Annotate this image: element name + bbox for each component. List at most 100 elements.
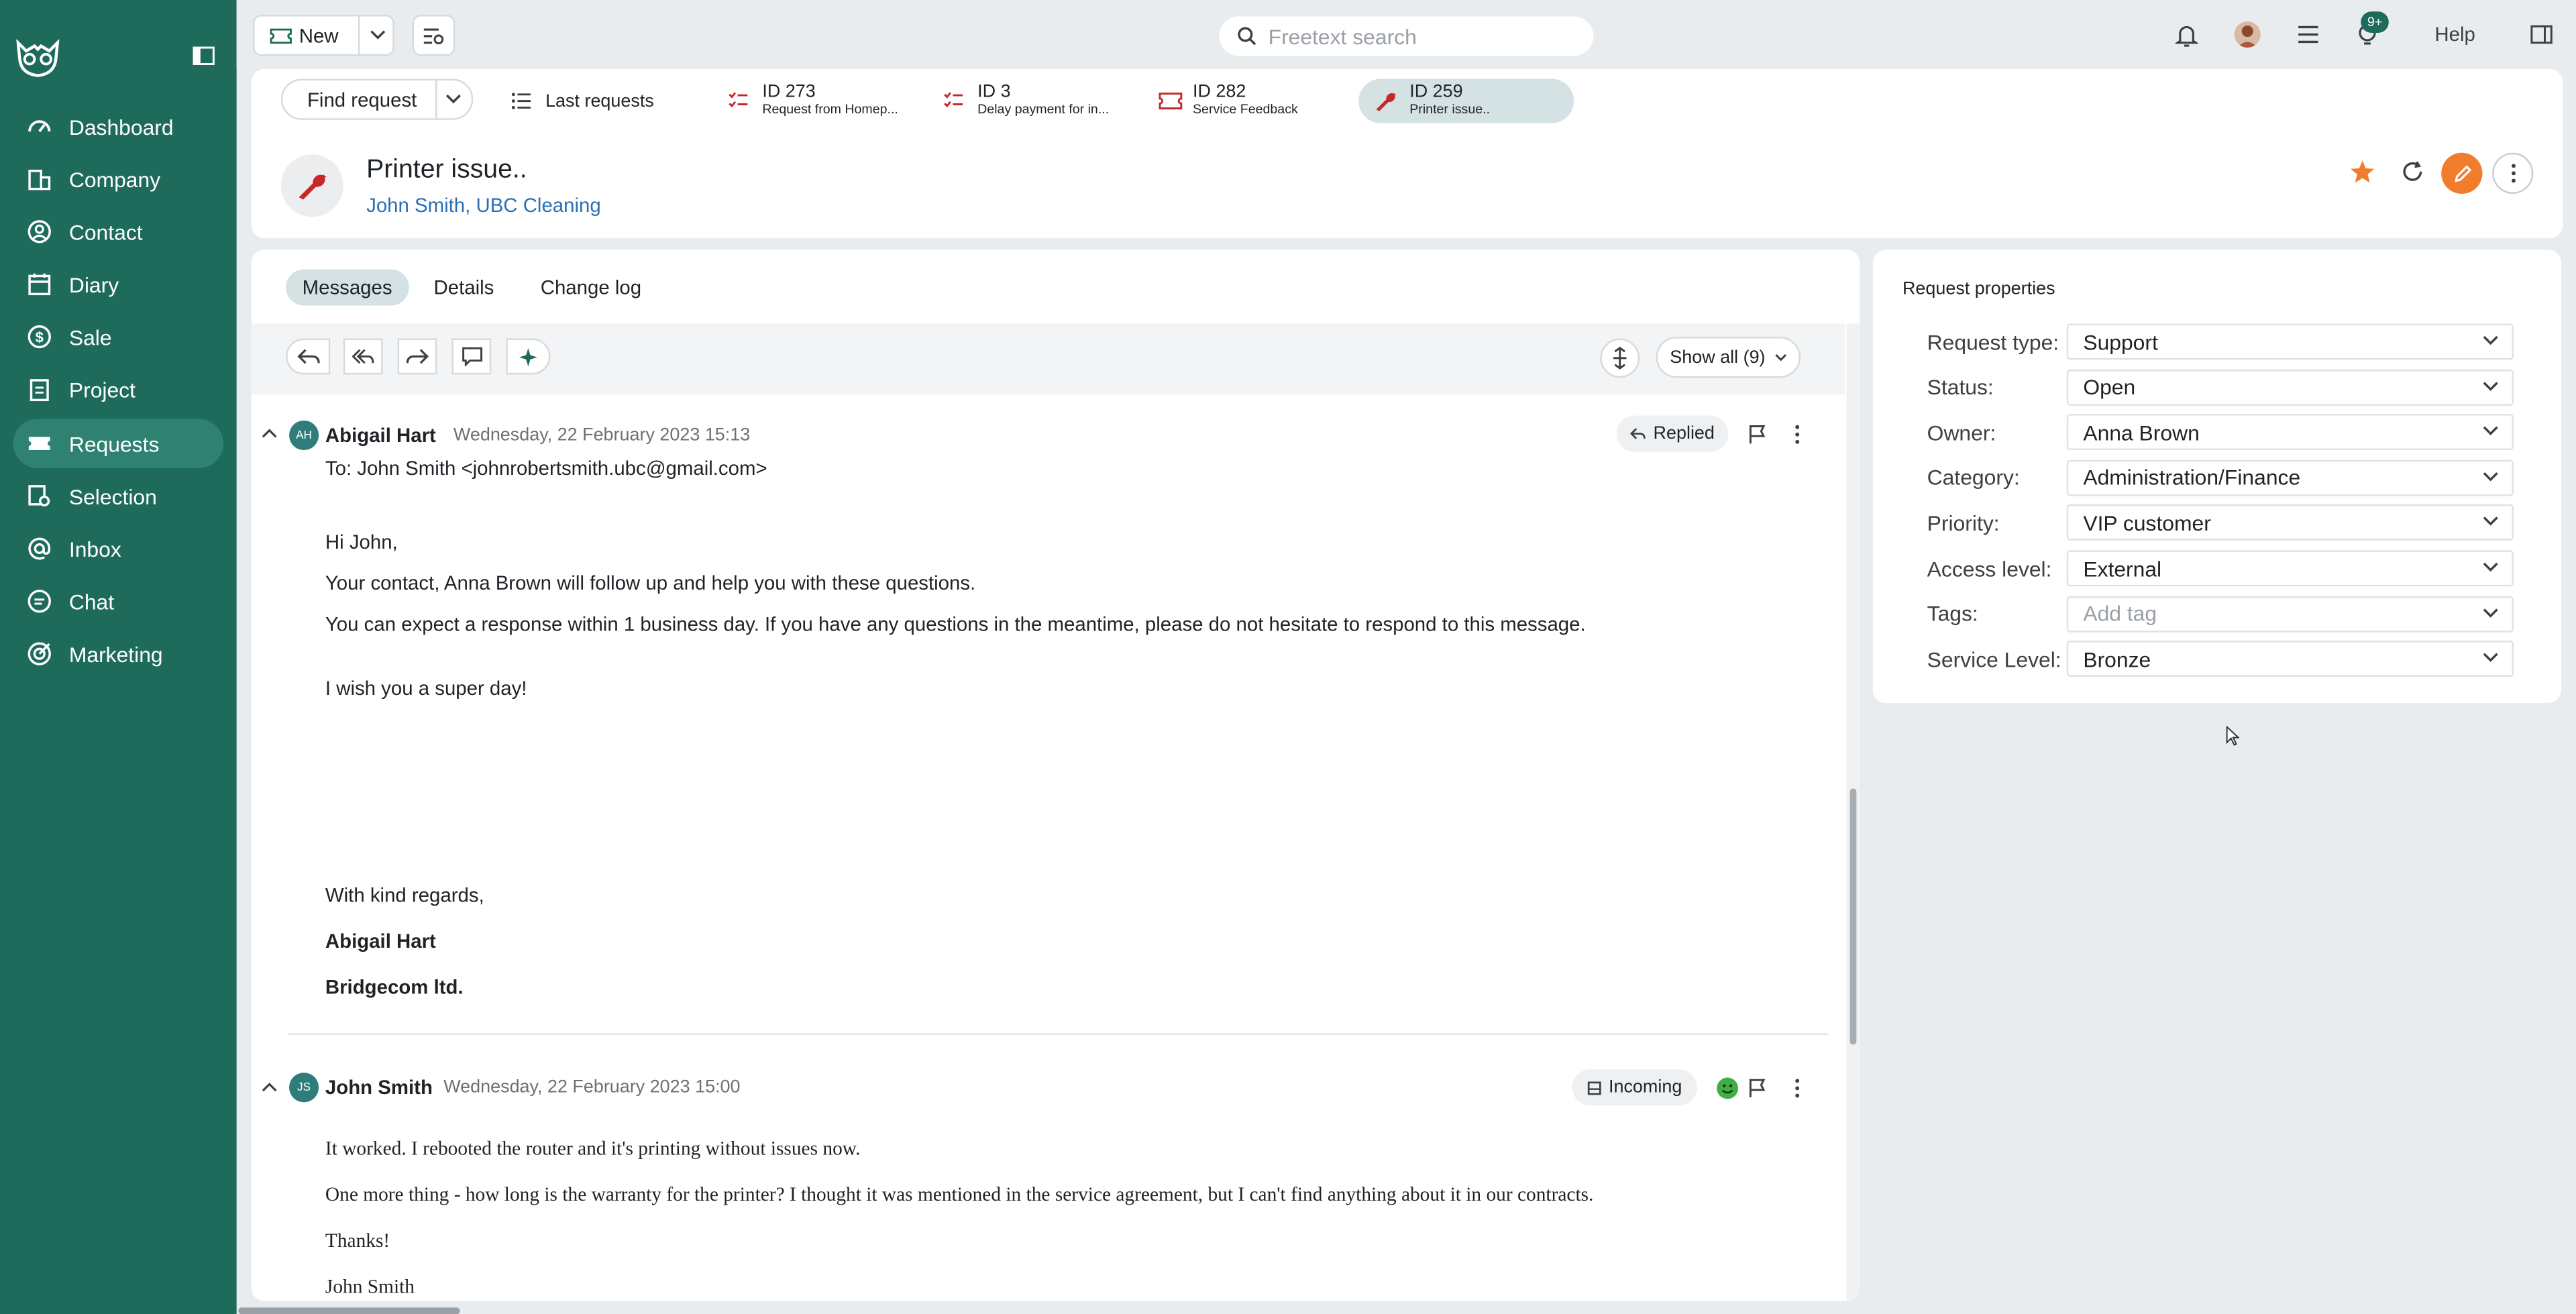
right-panel-toggle-icon[interactable] [2530, 25, 2553, 44]
sidebar-item-label: Marketing [68, 641, 163, 667]
selection-icon [28, 485, 50, 507]
last-requests-tab[interactable]: Last requests [511, 79, 654, 123]
chevron-down-icon[interactable] [445, 94, 462, 105]
sidebar-item-requests[interactable]: Requests [13, 419, 224, 468]
chevron-down-icon [2483, 517, 2498, 527]
message-menu-icon[interactable] [1794, 424, 1801, 445]
find-request-button[interactable]: Find request [280, 78, 474, 120]
new-button-label: New [299, 23, 339, 47]
collapse-message-icon[interactable] [261, 427, 277, 439]
chevron-down-icon [2483, 381, 2498, 390]
refresh-icon[interactable] [2400, 160, 2425, 184]
flag-icon[interactable] [1748, 424, 1766, 445]
task-list-icon [944, 92, 963, 108]
request-tab-282[interactable]: ID 282 Service Feedback [1159, 79, 1298, 123]
inbox-icon [1588, 1081, 1602, 1095]
request-title: Printer issue.. [366, 156, 527, 184]
ai-assist-button[interactable] [506, 338, 551, 375]
owl-logo-icon[interactable] [13, 39, 62, 79]
messages-panel: Messages Details Change log Show all (9)… [251, 250, 1860, 1301]
sidebar: Dashboard Company Contact Diary $ Sale P… [0, 0, 237, 1314]
notification-badge: 9+ [2361, 11, 2389, 33]
help-link[interactable]: Help [2434, 23, 2475, 46]
task-list-icon [729, 92, 748, 108]
message-sender[interactable]: Abigail Hart [325, 424, 436, 447]
sidebar-item-label: Company [68, 166, 161, 192]
list-icon [511, 93, 531, 109]
property-select[interactable]: Bronze [2066, 641, 2514, 677]
forward-icon [406, 349, 429, 364]
sidebar-item-dashboard[interactable]: Dashboard [13, 102, 223, 151]
star-icon[interactable] [2349, 160, 2375, 184]
property-select[interactable]: Add tag [2066, 595, 2514, 632]
sidebar-item-marketing[interactable]: Marketing [13, 629, 223, 678]
company-link[interactable]: UBC Cleaning [476, 194, 600, 217]
flag-icon[interactable] [1748, 1078, 1766, 1099]
property-select[interactable]: Open [2066, 369, 2514, 405]
request-tab-id: ID 273 [762, 82, 816, 102]
new-button[interactable]: New [253, 15, 394, 56]
filter-search-button[interactable] [412, 15, 455, 56]
property-select[interactable]: Anna Brown [2066, 414, 2514, 451]
ticket-icon [28, 437, 50, 451]
property-select[interactable]: External [2066, 550, 2514, 587]
message-line: I wish you a super day! [325, 676, 527, 700]
message-menu-icon[interactable] [1794, 1078, 1801, 1099]
reply-button[interactable] [286, 338, 331, 375]
property-row: Service Level: Bronze [1927, 641, 2514, 677]
search-placeholder: Freetext search [1268, 23, 1417, 49]
more-options-button[interactable] [2492, 152, 2534, 194]
tab-messages[interactable]: Messages [286, 269, 409, 306]
expand-collapse-button[interactable] [1600, 338, 1640, 378]
top-bar: New Freetext search 9+ Help [236, 0, 2576, 69]
reply-all-button[interactable] [343, 338, 383, 375]
user-avatar[interactable] [2234, 21, 2261, 48]
sidebar-item-selection[interactable]: Selection [13, 472, 223, 521]
menu-icon[interactable] [2297, 25, 2320, 44]
show-all-label: Show all (9) [1670, 347, 1766, 368]
request-tab-3[interactable]: ID 3 Delay payment for in... [943, 79, 1109, 123]
edit-button[interactable] [2441, 152, 2483, 194]
contact-link[interactable]: John Smith [366, 194, 465, 217]
tab-change-log[interactable]: Change log [524, 270, 657, 306]
scrollbar-thumb[interactable] [1849, 788, 1857, 1045]
sidebar-item-contact[interactable]: Contact [13, 207, 223, 256]
sidebar-item-inbox[interactable]: Inbox [13, 524, 223, 573]
tab-details[interactable]: Details [417, 270, 511, 306]
bell-icon[interactable] [2175, 23, 2198, 48]
comment-button[interactable] [451, 338, 492, 375]
sidebar-item-chat[interactable]: Chat [13, 577, 223, 626]
request-tab-259[interactable]: ID 259 Printer issue.. [1358, 78, 1574, 123]
forward-button[interactable] [397, 338, 437, 375]
show-all-button[interactable]: Show all (9) [1656, 337, 1801, 378]
request-tab-subtitle: Service Feedback [1192, 101, 1298, 117]
reply-icon [1630, 428, 1646, 439]
contact-icon [28, 220, 51, 243]
message-recipient: To: John Smith <johnrobertsmith.ubc@gmai… [325, 456, 767, 480]
message-divider [287, 1033, 1829, 1035]
list-search-icon [423, 28, 444, 44]
expand-vertical-icon [1613, 346, 1627, 370]
property-select[interactable]: Administration/Finance [2066, 459, 2514, 496]
request-header: Find request Last requests ID 273 Request… [251, 68, 2563, 239]
collapse-message-icon[interactable] [261, 1081, 277, 1092]
property-row: Tags: Add tag [1927, 595, 2514, 632]
property-row: Access level: External [1927, 550, 2514, 587]
ticket-icon [1159, 93, 1183, 110]
property-label: Service Level: [1927, 647, 2061, 671]
sidebar-item-company[interactable]: Company [13, 154, 223, 203]
property-select[interactable]: VIP customer [2066, 504, 2514, 541]
message-sender[interactable]: John Smith [325, 1076, 433, 1099]
scrollbar[interactable] [1846, 323, 1860, 1301]
divider [358, 16, 360, 54]
sidebar-item-project[interactable]: Project [13, 365, 223, 414]
smiley-icon[interactable] [1717, 1077, 1739, 1099]
sidebar-item-sale[interactable]: $ Sale [13, 312, 223, 361]
svg-text:$: $ [36, 329, 44, 346]
property-select[interactable]: Support [2066, 323, 2514, 360]
collapse-sidebar-icon[interactable] [193, 46, 215, 66]
chevron-down-icon[interactable] [370, 30, 386, 41]
request-tab-273[interactable]: ID 273 Request from Homep... [728, 79, 898, 123]
search-input[interactable]: Freetext search [1219, 16, 1594, 56]
sidebar-item-diary[interactable]: Diary [13, 260, 223, 309]
